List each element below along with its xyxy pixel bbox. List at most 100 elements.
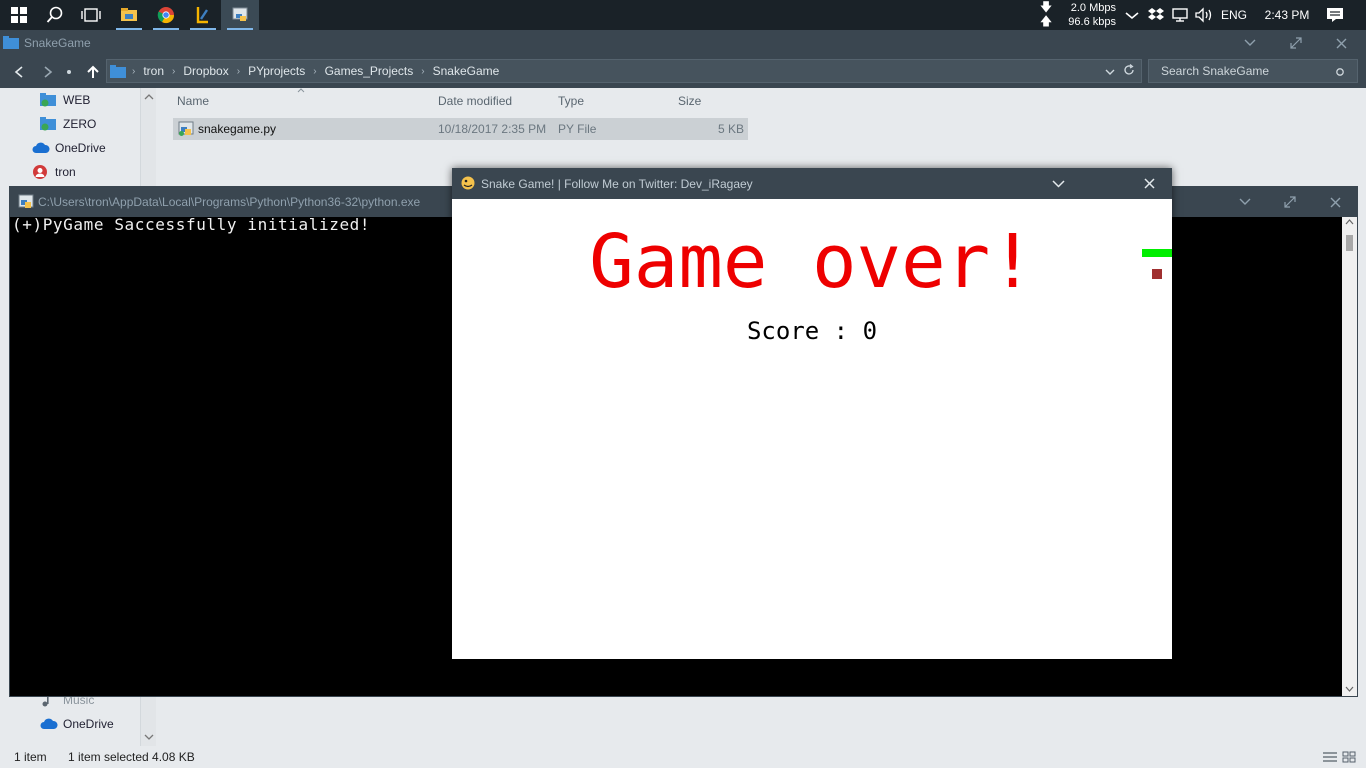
chevron-down-icon	[1051, 179, 1065, 188]
sort-arrow-icon	[297, 88, 305, 93]
nav-item-web[interactable]: WEB	[0, 89, 140, 111]
explorer-minimize-button[interactable]	[1227, 30, 1273, 56]
column-header-name[interactable]: Name	[177, 94, 209, 108]
item-count: 1 item	[14, 750, 47, 764]
notification-icon	[1327, 8, 1343, 22]
network-speed: 🡇 2.0 Mbps 🡅 96.6 kbps	[1038, 0, 1120, 29]
details-view-icon	[1323, 752, 1337, 762]
app-icon	[196, 7, 208, 24]
dropbox-icon	[1148, 8, 1164, 20]
game-over-message: Game over!	[589, 219, 1035, 305]
snake-body	[1142, 249, 1172, 257]
cloud-icon	[40, 718, 58, 729]
console-minimize-button[interactable]	[1222, 187, 1268, 217]
action-center-button[interactable]	[1320, 0, 1350, 30]
back-button[interactable]	[8, 62, 30, 82]
chevron-down-icon	[1244, 39, 1256, 46]
cloud-icon	[32, 142, 50, 153]
food-pellet	[1152, 269, 1162, 279]
search-icon	[46, 6, 63, 23]
address-toolbar: › tron › Dropbox › PYprojects › Games_Pr…	[0, 56, 1366, 88]
folder-sync-icon	[40, 93, 56, 107]
selection-info: 1 item selected 4.08 KB	[68, 750, 195, 764]
network-icon	[1172, 8, 1188, 22]
explorer-close-button[interactable]	[1318, 30, 1364, 56]
network-tray-button[interactable]	[1170, 0, 1190, 30]
python-icon	[232, 7, 248, 21]
game-canvas[interactable]: Game over! Score : 0	[452, 199, 1172, 659]
breadcrumb-dropbox[interactable]: Dropbox	[175, 64, 236, 78]
breadcrumb-games-projects[interactable]: Games_Projects	[317, 64, 422, 78]
volume-tray-button[interactable]	[1193, 0, 1215, 30]
nav-item-zero[interactable]: ZERO	[0, 113, 140, 135]
show-hidden-icons-button[interactable]	[1124, 0, 1140, 30]
file-name: snakegame.py	[198, 122, 277, 136]
folder-icon	[110, 64, 126, 78]
dropbox-tray-button[interactable]	[1145, 0, 1167, 30]
scrollbar-thumb[interactable]	[1346, 235, 1353, 251]
taskbar-file-explorer[interactable]	[110, 0, 148, 30]
score-display: Score : 0	[746, 317, 878, 345]
file-date: 10/18/2017 2:35 PM	[438, 122, 547, 136]
clock[interactable]: 2:43 PM	[1254, 0, 1320, 30]
file-size: 5 KB	[717, 122, 744, 136]
pygame-snake-icon	[461, 176, 475, 190]
forward-button[interactable]	[37, 62, 59, 82]
nav-item-tron[interactable]: tron	[0, 161, 140, 183]
breadcrumb-pyprojects[interactable]: PYprojects	[240, 64, 313, 78]
user-icon	[33, 165, 47, 179]
dot-icon	[67, 70, 71, 74]
console-scrollbar[interactable]	[1342, 217, 1357, 696]
game-minimize-button[interactable]	[1035, 168, 1081, 199]
explorer-maximize-button[interactable]	[1273, 30, 1319, 56]
chevron-down-icon	[144, 734, 154, 740]
nav-item-onedrive-2[interactable]: OneDrive	[0, 713, 140, 735]
address-bar[interactable]: › tron › Dropbox › PYprojects › Games_Pr…	[106, 59, 1142, 83]
console-maximize-button[interactable]	[1267, 187, 1313, 217]
search-placeholder: Search SnakeGame	[1161, 64, 1270, 78]
search-button[interactable]	[36, 0, 74, 30]
table-row[interactable]: snakegame.py 10/18/2017 2:35 PM PY File …	[173, 118, 748, 140]
game-close-button[interactable]	[1126, 168, 1172, 199]
taskbar-app[interactable]	[184, 0, 222, 30]
game-title-bar[interactable]: Snake Game! | Follow Me on Twitter: Dev_…	[452, 168, 1172, 199]
console-output: (+)PyGame Saccessfully initialized!	[12, 215, 371, 234]
folder-sync-icon	[40, 117, 56, 131]
expand-icon	[1290, 37, 1302, 49]
game-title: Snake Game! | Follow Me on Twitter: Dev_…	[481, 176, 753, 191]
large-icons-view-button[interactable]	[1342, 751, 1356, 766]
refresh-icon	[1124, 64, 1134, 75]
search-input[interactable]: Search SnakeGame	[1148, 59, 1358, 83]
column-header-type[interactable]: Type	[558, 94, 584, 108]
up-button[interactable]	[82, 62, 104, 82]
close-icon	[1143, 178, 1155, 189]
windows-icon	[11, 7, 27, 23]
task-view-button[interactable]	[72, 0, 110, 30]
column-header-date[interactable]: Date modified	[438, 94, 512, 108]
chevron-up-icon	[144, 94, 154, 100]
refresh-button[interactable]	[1123, 64, 1135, 79]
file-type: PY File	[558, 122, 597, 136]
chevron-down-icon	[1345, 686, 1354, 692]
breadcrumb-tron[interactable]: tron	[135, 64, 172, 78]
taskbar-chrome[interactable]	[147, 0, 185, 30]
details-view-button[interactable]	[1322, 751, 1338, 766]
chevron-down-icon	[1105, 69, 1115, 75]
address-dropdown-button[interactable]	[1105, 65, 1115, 79]
start-button[interactable]	[0, 0, 38, 30]
snake-game-window[interactable]: Snake Game! | Follow Me on Twitter: Dev_…	[452, 168, 1172, 659]
volume-icon	[1195, 7, 1212, 23]
console-close-button[interactable]	[1312, 187, 1358, 217]
language-indicator[interactable]: ENG	[1219, 0, 1249, 30]
recent-locations-button[interactable]	[62, 62, 76, 82]
chevron-down-icon	[1239, 198, 1251, 205]
upload-speed: 96.6 kbps	[1068, 16, 1116, 28]
column-header-size[interactable]: Size	[678, 94, 701, 108]
breadcrumb-snakegame[interactable]: SnakeGame	[425, 64, 508, 78]
folder-icon	[3, 36, 19, 49]
nav-item-onedrive[interactable]: OneDrive	[0, 137, 140, 159]
taskbar-python[interactable]	[221, 0, 259, 30]
explorer-title-bar[interactable]: SnakeGame	[0, 30, 1366, 56]
chevron-up-icon	[1125, 12, 1139, 20]
arrow-up-icon	[87, 65, 99, 78]
